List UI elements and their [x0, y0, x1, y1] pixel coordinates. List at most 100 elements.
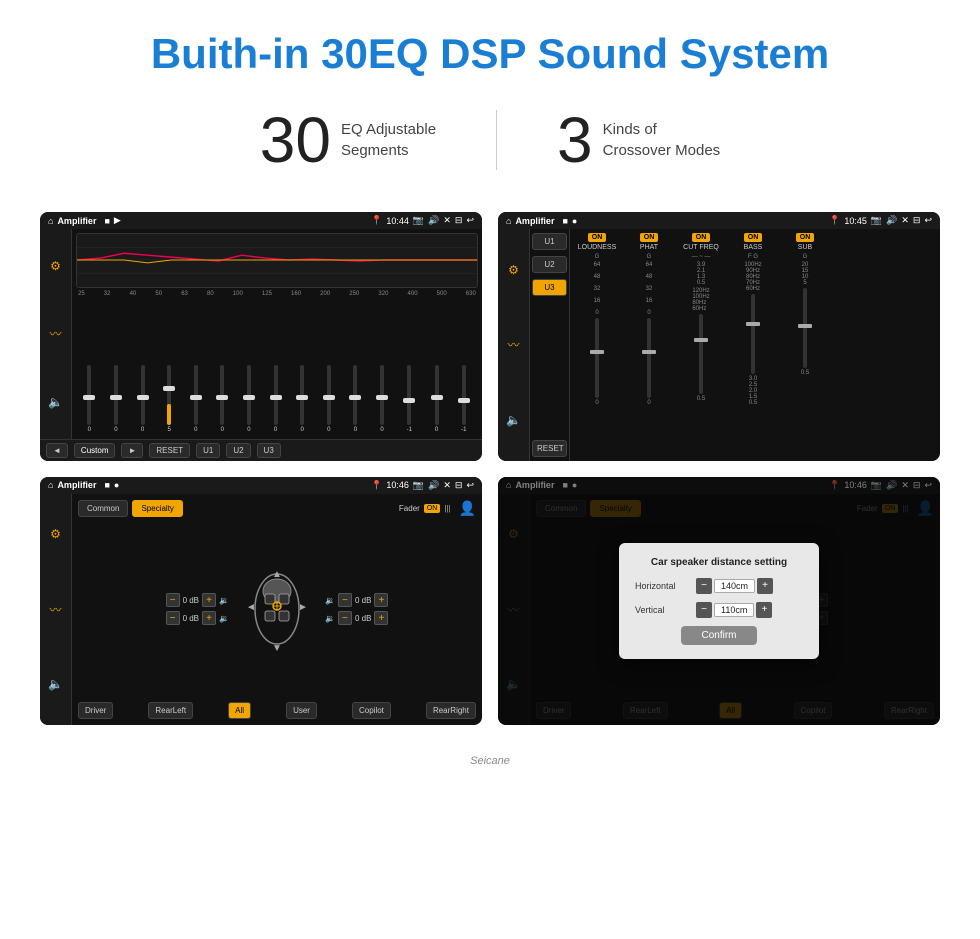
vertical-stepper[interactable]: − 110cm +	[696, 602, 772, 618]
sp-home-icon: ⌂	[48, 480, 53, 490]
eq-next-button[interactable]: ►	[121, 443, 143, 458]
u1-button[interactable]: U1	[532, 233, 567, 250]
vol-rr-minus[interactable]: −	[338, 611, 352, 625]
slider-0[interactable]: 0	[87, 365, 91, 433]
rearright-button[interactable]: RearRight	[426, 702, 476, 719]
stats-row: 30 EQ Adjustable Segments 3 Kinds of Cro…	[0, 88, 980, 202]
vol-rl-plus[interactable]: +	[202, 611, 216, 625]
ch-sub: ON SUB G 2015105 0.5	[780, 233, 830, 457]
slider-5[interactable]: 0	[220, 365, 224, 433]
confirm-button[interactable]: Confirm	[681, 626, 756, 645]
sp-dot-icon: ●	[114, 480, 119, 490]
vol-fl-value: 0 dB	[183, 596, 199, 605]
slider-13[interactable]: 0	[435, 365, 439, 433]
slider-7[interactable]: 0	[274, 365, 278, 433]
eq-close-icon: ✕	[443, 215, 451, 226]
cr-loc-icon: 📍	[829, 215, 840, 226]
vol-fl-minus[interactable]: −	[166, 593, 180, 607]
ch-phat: ON PHAT G 644832160 0	[624, 233, 674, 457]
bass-on[interactable]: ON	[744, 233, 763, 242]
sp-loc-icon: 📍	[371, 480, 382, 491]
vol-rr-plus[interactable]: +	[374, 611, 388, 625]
eq-u2-button[interactable]: U2	[226, 443, 250, 458]
sp-cam-icon: 📷	[413, 480, 424, 491]
sp-app-name: Amplifier	[57, 480, 96, 490]
cr-rec-icon: ■	[562, 216, 567, 226]
all-button[interactable]: All	[228, 702, 251, 719]
cr-reset-button[interactable]: RESET	[532, 440, 567, 457]
sp-wave-icon[interactable]: 〰	[49, 601, 61, 618]
vol-fr-minus[interactable]: −	[338, 593, 352, 607]
specialty-tab-button[interactable]: Specialty	[132, 500, 182, 517]
slider-1[interactable]: 0	[114, 365, 118, 433]
u3-button[interactable]: U3	[532, 279, 567, 296]
cr-vol-side-icon[interactable]: 🔈	[506, 413, 521, 427]
dialog-screen: ⌂ Amplifier ■ ● 📍 10:46 📷 🔊 ✕ ⊟ ↩ ⚙ 〰 🔈	[498, 477, 940, 726]
sub-on[interactable]: ON	[796, 233, 815, 242]
eq-u3-button[interactable]: U3	[257, 443, 281, 458]
copilot-button[interactable]: Copilot	[352, 702, 391, 719]
vertical-minus-button[interactable]: −	[696, 602, 712, 618]
crossover-number: 3	[557, 108, 593, 172]
sp-back-icon: ↩	[466, 480, 474, 491]
sp-vol-side-icon[interactable]: 🔈	[48, 677, 63, 691]
slider-14[interactable]: -1	[461, 365, 466, 433]
fader-on-badge: ON	[424, 504, 441, 513]
vertical-plus-button[interactable]: +	[756, 602, 772, 618]
vol-rl-minus[interactable]: −	[166, 611, 180, 625]
sp-close-icon: ✕	[443, 480, 451, 491]
speaker-distance-dialog: Car speaker distance setting Horizontal …	[619, 543, 819, 659]
sp-win-icon: ⊟	[455, 480, 463, 491]
common-button[interactable]: Common	[78, 500, 128, 517]
vol-rl-value: 0 dB	[183, 614, 199, 623]
dialog-title: Car speaker distance setting	[635, 557, 803, 568]
vol-fl-plus[interactable]: +	[202, 593, 216, 607]
crossover-screen: ⌂ Amplifier ■ ● 📍 10:45 📷 🔊 ✕ ⊟ ↩ ⚙ 〰 🔈	[498, 212, 940, 461]
horizontal-plus-button[interactable]: +	[757, 578, 773, 594]
cutfreq-on[interactable]: ON	[692, 233, 711, 242]
slider-10[interactable]: 0	[353, 365, 357, 433]
horizontal-label: Horizontal	[635, 581, 690, 591]
vol-fr-plus[interactable]: +	[374, 593, 388, 607]
slider-6[interactable]: 0	[247, 365, 251, 433]
eq-u1-button[interactable]: U1	[196, 443, 220, 458]
slider-11[interactable]: 0	[380, 365, 384, 433]
eq-vol-icon[interactable]: 🔈	[48, 395, 63, 409]
eq-window-icon: ⊟	[455, 215, 463, 226]
eq-back-icon: ↩	[466, 215, 474, 226]
eq-prev-button[interactable]: ◄	[46, 443, 68, 458]
slider-9[interactable]: 0	[327, 365, 331, 433]
phat-on[interactable]: ON	[640, 233, 659, 242]
horizontal-minus-button[interactable]: −	[696, 578, 712, 594]
eq-custom-button[interactable]: Custom	[74, 443, 116, 458]
u2-button[interactable]: U2	[532, 256, 567, 273]
eq-filter-icon[interactable]: ⚙	[50, 259, 61, 273]
slider-3[interactable]: 5	[167, 365, 171, 433]
dialog-overlay: Car speaker distance setting Horizontal …	[498, 477, 940, 726]
sp-bottom-buttons: Driver RearLeft All User Copilot RearRig…	[78, 702, 476, 719]
cr-vol-icon: 🔊	[886, 215, 897, 226]
eq-wave-icon[interactable]: 〰	[49, 325, 61, 342]
cr-dot-icon: ●	[572, 216, 577, 226]
driver-button[interactable]: Driver	[78, 702, 113, 719]
horizontal-stepper[interactable]: − 140cm +	[696, 578, 773, 594]
specialty-status-bar: ⌂ Amplifier ■ ● 📍 10:46 📷 🔊 ✕ ⊟ ↩	[40, 477, 482, 494]
ch-cutfreq: ON CUT FREQ — ~ — 3.92.11.30.5 120Hz100H…	[676, 233, 726, 457]
sp-filter-icon[interactable]: ⚙	[50, 527, 61, 541]
vertical-label: Vertical	[635, 605, 690, 615]
slider-2[interactable]: 0	[141, 365, 145, 433]
fader-bars-icon: |||	[444, 504, 450, 513]
rearleft-button[interactable]: RearLeft	[148, 702, 193, 719]
cr-win-icon: ⊟	[913, 215, 921, 226]
vol-right: 🔉 − 0 dB + 🔉 − 0 dB +	[325, 593, 388, 625]
slider-8[interactable]: 0	[300, 365, 304, 433]
user-button[interactable]: User	[286, 702, 317, 719]
cr-filter-icon[interactable]: ⚙	[508, 263, 519, 277]
eq-record-icon: ■	[104, 216, 109, 226]
eq-reset-button[interactable]: RESET	[149, 443, 190, 458]
slider-4[interactable]: 0	[194, 365, 198, 433]
cr-wave-icon[interactable]: 〰	[507, 336, 519, 353]
person-icon: 👤	[459, 500, 476, 517]
slider-12[interactable]: -1	[407, 365, 412, 433]
loudness-on[interactable]: ON	[588, 233, 607, 242]
